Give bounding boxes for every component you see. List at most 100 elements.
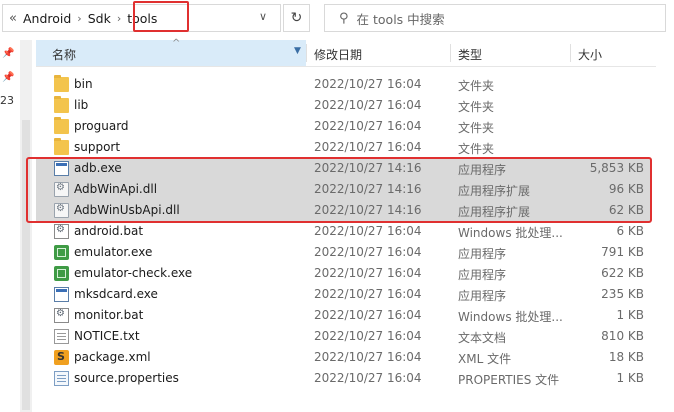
file-size: 6 KB bbox=[616, 224, 644, 238]
dll-icon bbox=[54, 203, 69, 218]
address-bar-area: « Android › Sdk › tools ∨ ↻ ⚲ 在 tools 中搜… bbox=[0, 0, 674, 36]
chevron-right-icon[interactable]: › bbox=[117, 12, 121, 25]
dll-icon bbox=[54, 182, 69, 197]
chevron-right-icon[interactable]: › bbox=[77, 12, 81, 25]
file-type: XML 文件 bbox=[458, 352, 512, 366]
scrollbar-thumb[interactable] bbox=[22, 120, 30, 410]
file-modified-date: 2022/10/27 14:16 bbox=[314, 203, 422, 217]
file-size: 5,853 KB bbox=[589, 161, 644, 175]
file-row[interactable]: emulator-check.exe 2022/10/27 16:04 应用程序 62… bbox=[36, 263, 650, 284]
highlight-box-breadcrumb bbox=[133, 1, 189, 32]
file-name[interactable]: emulator.exe bbox=[74, 245, 152, 259]
file-name[interactable]: android.bat bbox=[74, 224, 143, 238]
file-type: 文件夹 bbox=[458, 121, 495, 135]
file-type: 文件夹 bbox=[458, 79, 495, 93]
file-name[interactable]: emulator-check.exe bbox=[74, 266, 192, 280]
file-modified-date: 2022/10/27 16:04 bbox=[314, 308, 422, 322]
breadcrumb-android[interactable]: Android bbox=[23, 11, 71, 26]
file-row[interactable]: android.bat 2022/10/27 16:04 Windows 批处理..… bbox=[36, 221, 650, 242]
file-name[interactable]: monitor.bat bbox=[74, 308, 143, 322]
file-type: 应用程序 bbox=[458, 268, 507, 282]
bat-icon bbox=[54, 224, 69, 239]
column-header: ^ 名称 ▼ 修改日期 类型 大小 bbox=[36, 38, 656, 67]
file-row[interactable]: support 2022/10/27 16:04 文件夹 bbox=[36, 137, 650, 158]
file-name[interactable]: AdbWinApi.dll bbox=[74, 182, 157, 196]
file-modified-date: 2022/10/27 16:04 bbox=[314, 224, 422, 238]
file-name[interactable]: NOTICE.txt bbox=[74, 329, 140, 343]
column-header-date[interactable]: 修改日期 bbox=[314, 46, 362, 63]
file-modified-date: 2022/10/27 14:16 bbox=[314, 161, 422, 175]
emulator-icon bbox=[54, 245, 69, 260]
file-size: 1 KB bbox=[616, 308, 644, 322]
file-type: Windows 批处理... bbox=[458, 226, 563, 240]
navigation-scrollbar[interactable] bbox=[20, 40, 32, 412]
breadcrumb-sdk[interactable]: Sdk bbox=[88, 11, 111, 26]
column-divider[interactable] bbox=[306, 44, 307, 62]
file-name[interactable]: proguard bbox=[74, 119, 129, 133]
file-modified-date: 2022/10/27 16:04 bbox=[314, 287, 422, 301]
file-modified-date: 2022/10/27 16:04 bbox=[314, 245, 422, 259]
nav-item-fragment[interactable]: 23 bbox=[0, 94, 14, 107]
file-size: 62 KB bbox=[608, 203, 644, 217]
file-row[interactable]: emulator.exe 2022/10/27 16:04 应用程序 791 KB bbox=[36, 242, 650, 263]
folder-icon bbox=[54, 117, 69, 134]
file-row[interactable]: lib 2022/10/27 16:04 文件夹 bbox=[36, 95, 650, 116]
file-row[interactable]: package.xml 2022/10/27 16:04 XML 文件 18 KB bbox=[36, 347, 650, 368]
file-type: 应用程序 bbox=[458, 247, 507, 261]
file-row[interactable]: AdbWinApi.dll 2022/10/27 14:16 应用程序扩展 96 KB bbox=[36, 179, 650, 200]
file-list: bin 2022/10/27 16:04 文件夹 lib 2022/10/27 16:0… bbox=[36, 74, 656, 389]
pin-icon[interactable]: 📌 bbox=[2, 72, 14, 83]
file-row[interactable]: NOTICE.txt 2022/10/27 16:04 文本文档 810 KB bbox=[36, 326, 650, 347]
file-row[interactable]: source.properties 2022/10/27 16:04 PROPERT… bbox=[36, 368, 650, 389]
file-type: 文件夹 bbox=[458, 142, 495, 156]
file-name[interactable]: mksdcard.exe bbox=[74, 287, 158, 301]
column-divider[interactable] bbox=[450, 44, 451, 62]
folder-icon bbox=[54, 96, 69, 113]
file-size: 791 KB bbox=[601, 245, 644, 259]
column-header-name[interactable]: ^ 名称 ▼ bbox=[36, 38, 306, 66]
file-name[interactable]: lib bbox=[74, 98, 88, 112]
file-size: 810 KB bbox=[601, 329, 644, 343]
file-size: 622 KB bbox=[601, 266, 644, 280]
column-header-type[interactable]: 类型 bbox=[458, 46, 482, 63]
search-box[interactable]: ⚲ 在 tools 中搜索 bbox=[324, 4, 666, 32]
file-type: 应用程序 bbox=[458, 289, 507, 303]
file-row[interactable]: proguard 2022/10/27 16:04 文件夹 bbox=[36, 116, 650, 137]
file-row[interactable]: adb.exe 2022/10/27 14:16 应用程序 5,853 KB bbox=[36, 158, 650, 179]
search-icon: ⚲ bbox=[339, 10, 349, 26]
file-size: 235 KB bbox=[601, 287, 644, 301]
file-modified-date: 2022/10/27 16:04 bbox=[314, 371, 422, 385]
file-row[interactable]: AdbWinUsbApi.dll 2022/10/27 14:16 应用程序扩展 62… bbox=[36, 200, 650, 221]
file-row[interactable]: monitor.bat 2022/10/27 16:04 Windows 批处理..… bbox=[36, 305, 650, 326]
file-name[interactable]: adb.exe bbox=[74, 161, 122, 175]
file-modified-date: 2022/10/27 16:04 bbox=[314, 140, 422, 154]
file-size: 18 KB bbox=[608, 350, 644, 364]
column-divider[interactable] bbox=[570, 44, 571, 62]
file-type: 应用程序 bbox=[458, 163, 507, 177]
file-type: 应用程序扩展 bbox=[458, 184, 531, 198]
file-name[interactable]: source.properties bbox=[74, 371, 179, 385]
exe-icon bbox=[54, 161, 69, 176]
sort-ascending-icon: ^ bbox=[172, 38, 181, 49]
file-name[interactable]: support bbox=[74, 140, 120, 154]
file-name[interactable]: AdbWinUsbApi.dll bbox=[74, 203, 180, 217]
file-row[interactable]: mksdcard.exe 2022/10/27 16:04 应用程序 235 KB bbox=[36, 284, 650, 305]
address-dropdown-icon[interactable]: ∨ bbox=[259, 10, 267, 23]
column-header-size[interactable]: 大小 bbox=[578, 46, 602, 63]
file-modified-date: 2022/10/27 16:04 bbox=[314, 98, 422, 112]
folder-icon bbox=[54, 138, 69, 155]
filter-dropdown-icon[interactable]: ▼ bbox=[294, 46, 301, 56]
file-modified-date: 2022/10/27 14:16 bbox=[314, 182, 422, 196]
file-row[interactable]: bin 2022/10/27 16:04 文件夹 bbox=[36, 74, 650, 95]
column-name-label: 名称 bbox=[52, 48, 77, 62]
file-type: 文件夹 bbox=[458, 100, 495, 114]
pin-icon[interactable]: 📌 bbox=[2, 48, 14, 59]
file-type: PROPERTIES 文件 bbox=[458, 373, 560, 387]
bat-icon bbox=[54, 308, 69, 323]
file-name[interactable]: bin bbox=[74, 77, 93, 91]
file-name[interactable]: package.xml bbox=[74, 350, 151, 364]
file-size: 1 KB bbox=[616, 371, 644, 385]
breadcrumb-overflow-icon[interactable]: « bbox=[9, 11, 17, 26]
refresh-button[interactable]: ↻ bbox=[283, 4, 310, 32]
exe-icon bbox=[54, 287, 69, 302]
